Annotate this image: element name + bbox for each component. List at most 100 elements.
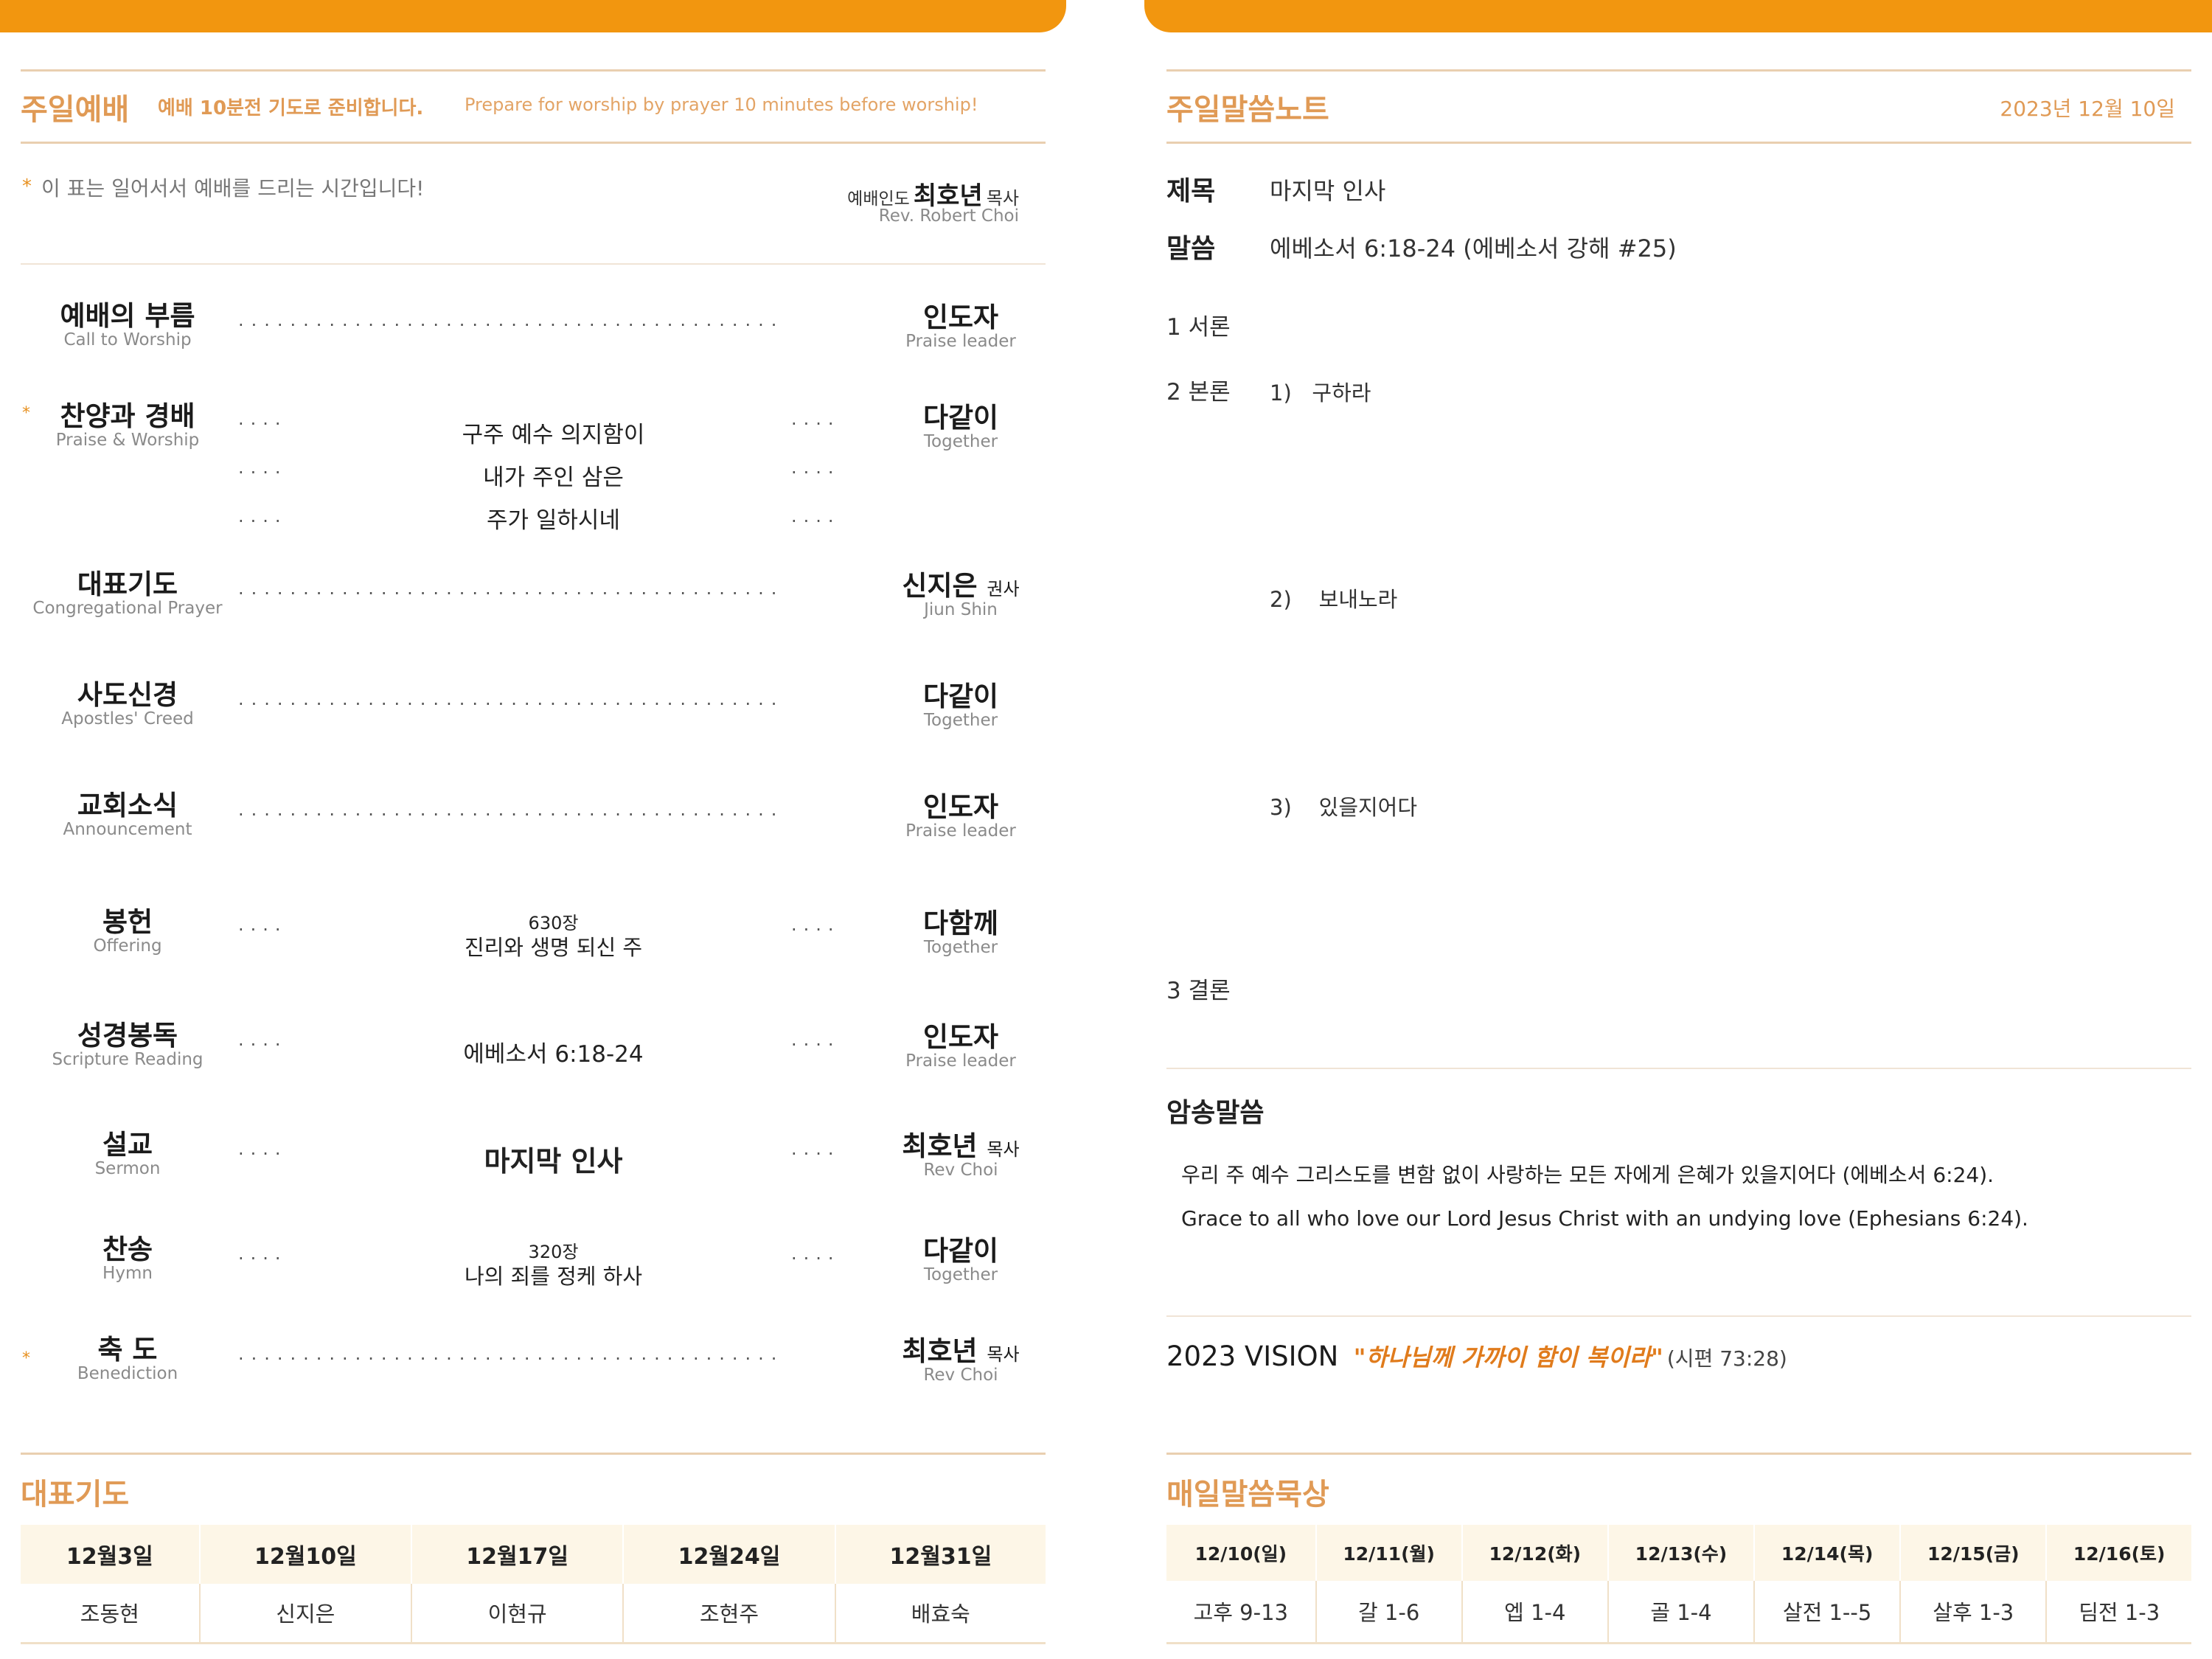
table-cell: 12/13(수) (1607, 1525, 1755, 1581)
service-leader-en: Together (923, 432, 998, 451)
service-leader-en: Together (923, 938, 998, 957)
table-cell: 12/15(금) (1899, 1525, 2047, 1581)
divider (1166, 69, 2191, 72)
table-cell: 배효숙 (834, 1584, 1046, 1644)
table-row: 고후 9-13 갈 1-6 엡 1-4 골 1-4 살전 1--5 살후 1-3… (1166, 1581, 2191, 1644)
service-item-name-en: Apostles' Creed (61, 709, 194, 728)
service-leader: 다같이 (922, 402, 999, 434)
scripture-label: 말씀 (1166, 234, 1216, 264)
divider (21, 1453, 1046, 1455)
scripture-text: 에베소서 6:18-24 (463, 1041, 644, 1068)
leader-dots: .... (791, 1138, 841, 1159)
leader-dots: ........................................… (238, 310, 785, 330)
outline-conclusion: 3 결론 (1166, 978, 1231, 1004)
service-leader: 다같이 (922, 681, 999, 712)
divider (21, 69, 1046, 72)
sermon-date: 2023년 12월 10일 (2000, 97, 2175, 121)
service-leader-en: Praise leader (905, 1051, 1016, 1071)
table-cell: 조현주 (622, 1584, 835, 1644)
outline-point: 1) 구하라 (1270, 376, 1371, 407)
leader-title: 목사 (987, 1139, 1020, 1160)
leader-title: 권사 (987, 579, 1020, 599)
song-title: 내가 주인 삼은 (483, 465, 624, 491)
table-cell: 12/12(화) (1461, 1525, 1608, 1581)
table-cell: 12월17일 (410, 1525, 624, 1584)
service-leader: 최호년 목사 (876, 1124, 1046, 1164)
leader-dots: .... (238, 1138, 288, 1159)
song-title: 구주 예수 의지함이 (462, 422, 645, 448)
service-leader-en: Praise leader (905, 821, 1016, 841)
service-item-name-en: Hymn (102, 1264, 153, 1283)
service-leader-en: Together (923, 1265, 998, 1284)
table-row: 조동현 신지은 이현규 조현주 배효숙 (21, 1584, 1046, 1644)
table-cell: 12/11(월) (1315, 1525, 1462, 1581)
worship-title: 주일예배 (21, 93, 130, 127)
vision-label: 2023 VISION (1166, 1340, 1339, 1372)
divider (1166, 1068, 2191, 1069)
table-cell: 12/10(일) (1166, 1525, 1316, 1581)
leader-dots: .... (791, 457, 841, 478)
point-text: 구하라 (1312, 380, 1371, 406)
prayer-schedule-table: 12월3일 12월10일 12월17일 12월24일 12월31일 조동현 신지… (21, 1525, 1046, 1644)
table-cell: 12/14(목) (1753, 1525, 1901, 1581)
leader-dots: ........................................… (238, 689, 785, 709)
service-item-name-en: Call to Worship (63, 330, 192, 349)
leader-dots: .... (791, 506, 841, 526)
song-title: 주가 일하시네 (487, 507, 620, 534)
service-item-name-en: Praise & Worship (55, 431, 200, 450)
subject-value: 마지막 인사 (1270, 177, 1386, 205)
point-text: 보내노라 (1318, 587, 1398, 612)
leader-title: 목사 (987, 1344, 1020, 1365)
divider (1166, 1315, 2191, 1317)
table-cell: 12월31일 (834, 1525, 1046, 1584)
table-cell: 12/16(토) (2045, 1525, 2191, 1581)
prayer-schedule-title: 대표기도 (21, 1478, 130, 1512)
memory-verse-ko: 우리 주 예수 그리스도를 변함 없이 사랑하는 모든 자에게 은혜가 있을지어… (1181, 1163, 1994, 1187)
service-leader: 신지은 권사 (876, 563, 1046, 603)
outline-intro: 1 서론 (1166, 314, 1231, 341)
memory-verse-title: 암송말씀 (1166, 1098, 1265, 1128)
service-item-name: 성경봉독 (77, 1020, 178, 1051)
service-item-name: 교회소식 (77, 790, 178, 821)
service-leader-en: Rev Choi (923, 1161, 998, 1180)
vision-quote: "하나님께 가까이 함이 복이라" (1353, 1343, 1663, 1371)
top-banner-left (0, 0, 1066, 32)
service-item-name-en: Benediction (77, 1364, 178, 1383)
service-leader: 다함께 (922, 908, 999, 939)
service-leader: 인도자 (922, 791, 999, 823)
service-leader: 다같이 (922, 1235, 999, 1267)
sermon-title: 마지막 인사 (484, 1145, 623, 1178)
leader-dots: .... (791, 1243, 841, 1264)
leader-title: 목사 (986, 188, 1019, 209)
memory-verse-en: Grace to all who love our Lord Jesus Chr… (1181, 1206, 2028, 1231)
service-leader: 인도자 (922, 1021, 999, 1053)
leader-dots: .... (238, 914, 288, 935)
worship-subtitle-ko: 예배 10분전 기도로 준비합니다. (158, 97, 424, 119)
leader-dots: .... (791, 914, 841, 935)
subject-label: 제목 (1166, 176, 1216, 206)
service-leader-en: Jiun Shin (924, 600, 998, 619)
table-cell: 고후 9-13 (1166, 1581, 1316, 1644)
table-cell: 조동현 (21, 1584, 200, 1644)
service-item-name: 설교 (102, 1129, 153, 1161)
table-cell: 골 1-4 (1607, 1581, 1755, 1644)
leader-en: Rev. Robert Choi (878, 206, 1019, 226)
service-item-name: 사도신경 (77, 679, 178, 711)
outline-point: 3) 있을지어다 (1270, 790, 1417, 821)
service-item-name: 찬양과 경배 (60, 400, 195, 432)
service-item-name: 축 도 (97, 1334, 158, 1366)
divider (21, 142, 1046, 144)
divider (1166, 142, 2191, 144)
hymn-title: 나의 죄를 정케 하사 (464, 1264, 643, 1289)
vision-ref: (시편 73:28) (1666, 1346, 1787, 1371)
leader-dots: ........................................… (238, 799, 785, 820)
outline-point: 2) 보내노라 (1270, 582, 1397, 613)
daily-devotion-table: 12/10(일) 12/11(월) 12/12(화) 12/13(수) 12/1… (1166, 1525, 2191, 1644)
outline-body: 2 본론 (1166, 379, 1231, 406)
table-cell: 신지은 (198, 1584, 411, 1644)
table-cell: 갈 1-6 (1315, 1581, 1462, 1644)
point-number: 2) (1270, 587, 1292, 612)
service-item-name-en: Announcement (63, 820, 192, 839)
leader-dots: .... (791, 408, 841, 429)
table-cell: 12월24일 (622, 1525, 835, 1584)
